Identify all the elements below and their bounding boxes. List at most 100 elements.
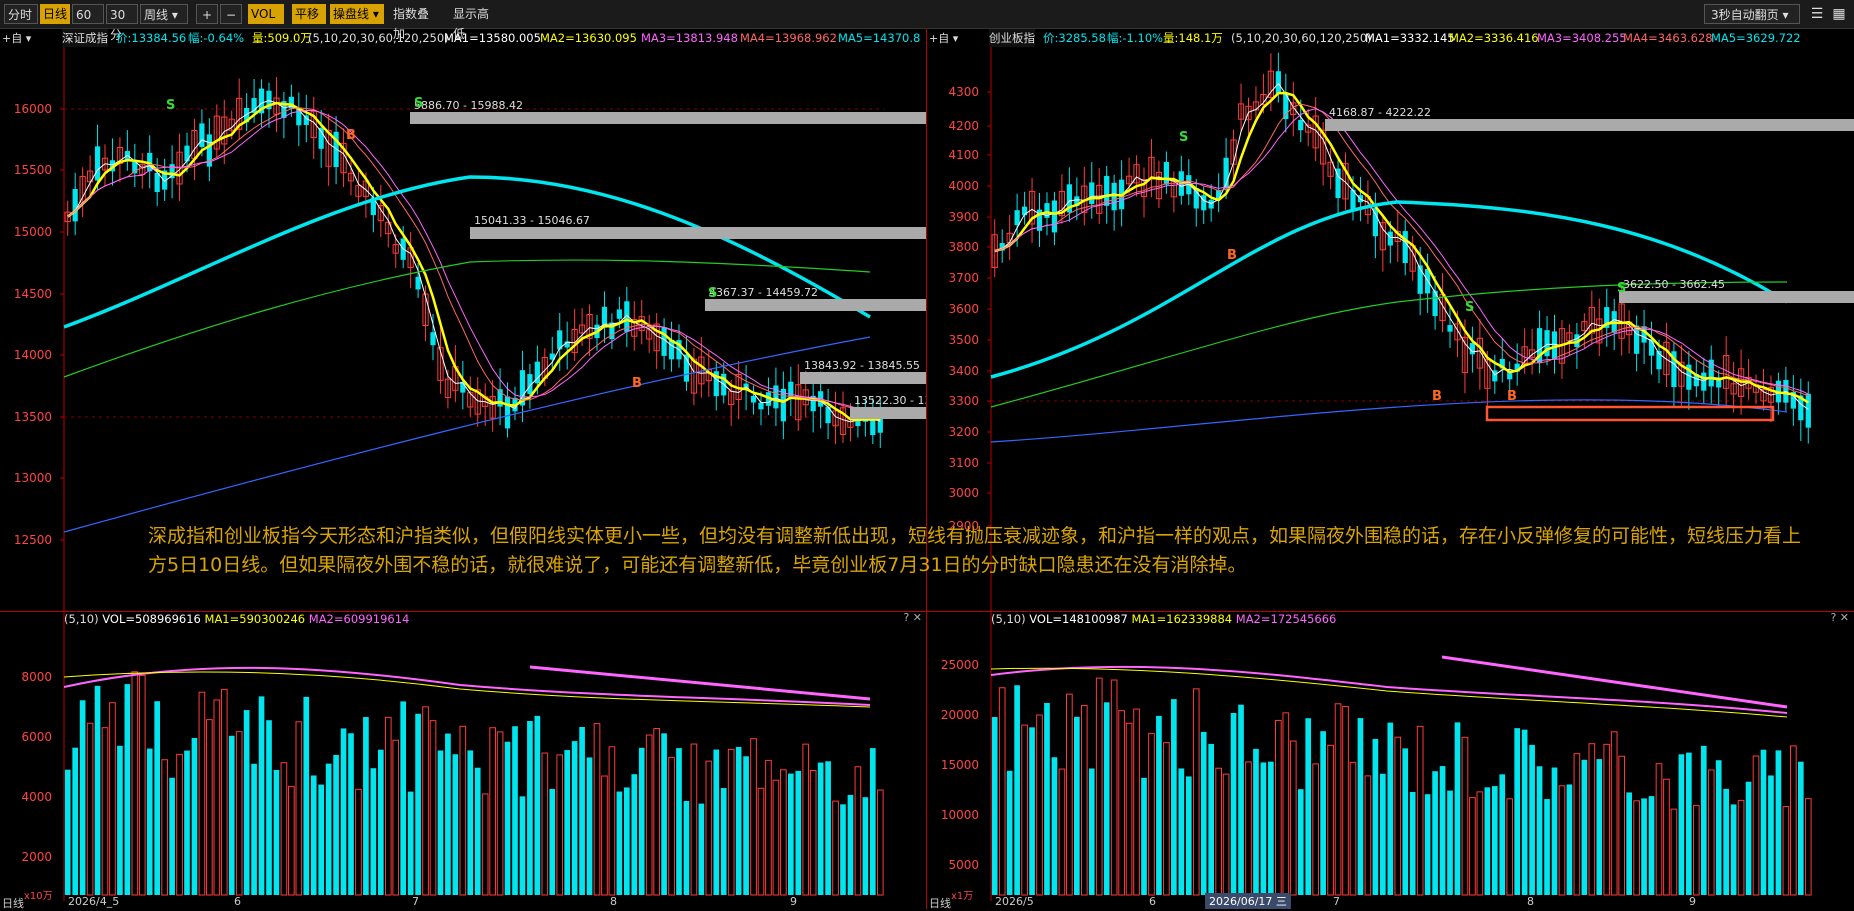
volume-bar [1058,768,1066,896]
right-ma-params: (5,10,20,30,60,120,250) [1231,31,1372,45]
vol-trend-line [529,665,871,701]
volume-bar [1416,725,1424,896]
volume-bar [407,791,414,895]
volume-bar [653,728,660,896]
volume-bar [392,739,400,896]
candle-body [1208,199,1214,209]
y-tick-label: 3400 [948,364,979,378]
volume-bar [847,794,854,895]
left-volume-chart[interactable]: 8000 6000 4000 2000 x10万 [0,627,926,901]
candle-body [1298,119,1304,131]
volume-bar [1118,710,1125,896]
operator-line-select[interactable]: 操盘线 ▾ [330,4,384,24]
period-tab-daily[interactable]: 日线 [40,4,70,24]
vol-indicator-select[interactable]: VOL ▾ [248,4,284,41]
pan-button[interactable]: 平移 [292,4,326,24]
vol-tick-label: 2000 [21,850,52,864]
candle-body [1275,71,1281,94]
vol-tick-label: 8000 [21,670,52,684]
y-tick-label: 15000 [14,225,52,239]
zoom-in-button[interactable]: + [196,4,218,24]
volume-bar [556,754,564,896]
right-volume-chart[interactable]: 25000 20000 15000 10000 5000 x1万 [927,627,1854,901]
volume-bar [370,768,377,895]
volume-bar [1305,718,1312,895]
volume-bar [1051,757,1058,895]
buy-marker: B [1507,389,1517,404]
volume-bar [496,731,504,896]
candle-body [1387,231,1393,246]
right-chart-panel: +自 ▾ 创业板指 价:3285.58 幅:-1.10% 量:148.1万 (5… [927,29,1854,910]
sell-marker: S [1465,300,1474,315]
list-icon[interactable]: ☰ [1808,5,1826,23]
zoom-out-button[interactable]: − [220,4,242,24]
volume-bar [1670,808,1678,896]
auto-refresh-select[interactable]: 3秒自动翻页 ▾ [1704,4,1800,24]
show-high-low-button[interactable]: 显示高低 [450,4,502,41]
right-date-4: 8 [1527,895,1534,908]
volume-bar [1073,716,1080,895]
range-label: 15041.33 - 15046.67 [474,214,590,227]
volume-bar [94,685,101,895]
volume-bar [1208,743,1215,895]
y-tick-label: 13500 [14,410,52,424]
period-tab-weekly[interactable]: 周线 ▾ [140,4,188,24]
volume-bar [131,671,139,896]
volume-bar [1447,790,1453,895]
volume-bar [998,687,1006,896]
volume-bar [235,731,243,896]
volume-bar [541,752,549,896]
index-overlay-button[interactable]: 指数叠加 [390,4,442,41]
volume-bar [795,770,802,895]
right-zoom-select[interactable]: +自 ▾ [929,30,958,48]
volume-bar [318,784,325,895]
candle-body [1701,372,1707,391]
range-box [410,112,926,124]
right-vol-close-icon[interactable]: ? ✕ [1830,611,1849,624]
volume-bar [1469,797,1476,896]
vol-tick-label: 5000 [948,858,979,872]
volume-bar [1491,786,1498,895]
volume-bar [601,775,608,896]
volume-bar [519,796,526,895]
left-vol-ma2: MA2=609919614 [308,612,410,626]
volume-bar [429,720,437,896]
volume-bar [243,710,250,895]
volume-bar [727,748,735,896]
volume-bar [415,713,421,895]
gap-highlight-box [1485,405,1775,422]
volume-bar [787,773,794,895]
candle-body [430,332,436,346]
volume-bar [1268,761,1274,895]
volume-bar [1171,699,1177,895]
period-tab-30min[interactable]: 30分 [106,4,138,42]
grid-icon[interactable]: ▦ [1830,5,1848,23]
volume-bar [124,684,131,895]
volume-bar [1110,679,1118,896]
volume-bar [459,725,467,896]
volume-bar [1021,724,1028,896]
volume-bar [363,717,369,895]
volume-bar [1289,740,1297,896]
period-tab-60min[interactable]: 60分 [72,4,104,42]
volume-bar [1581,759,1588,895]
left-zoom-select[interactable]: +自 ▾ [2,30,31,48]
volume-bar [280,762,288,896]
left-vol-close-icon[interactable]: ? ✕ [903,611,922,624]
right-vol-ma1: MA1=162339884 [1131,612,1233,626]
right-date-5: 9 [1689,895,1696,908]
sell-marker: S [1179,130,1188,145]
candle-body [1201,195,1207,211]
volume-bar [1357,718,1364,895]
period-tab-minute[interactable]: 分时 [4,4,38,24]
volume-bar [1125,722,1133,896]
volume-bar [862,797,869,895]
vol-tick-label: 25000 [941,658,979,672]
volume-bar [1230,713,1237,895]
volume-bar [876,789,884,896]
volume-bar [1432,771,1438,895]
volume-bar [310,775,317,895]
volume-bar [169,777,175,895]
volume-bar [64,769,71,895]
volume-bar [1596,759,1603,895]
